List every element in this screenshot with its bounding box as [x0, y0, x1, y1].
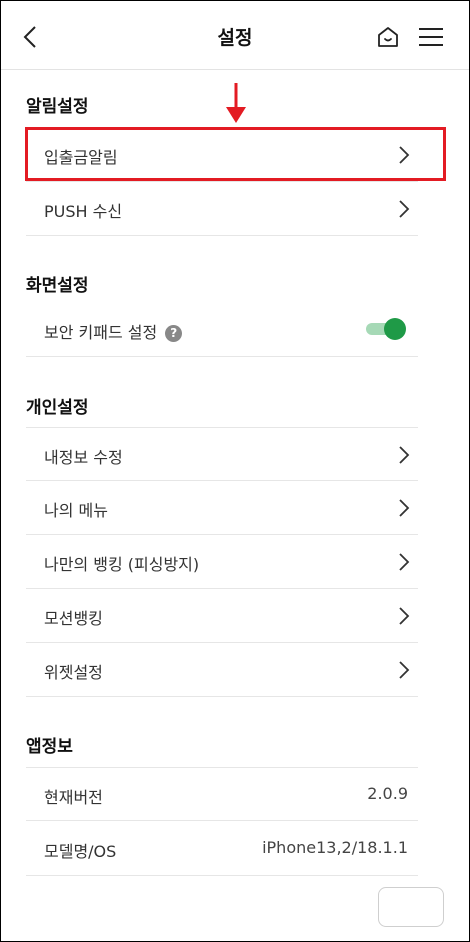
hamburger-menu-icon[interactable] — [418, 27, 444, 51]
row-label: 현재버전 — [44, 788, 103, 807]
help-icon[interactable]: ? — [165, 325, 183, 342]
model-os-value: iPhone13,2/18.1.1 — [262, 838, 408, 857]
toggle-knob — [384, 318, 406, 340]
chevron-right-icon — [398, 199, 410, 223]
chevron-right-icon — [398, 498, 410, 522]
annotation-arrow-icon — [225, 83, 247, 129]
display-item-secure-keypad: 보안 키패드 설정? — [26, 303, 418, 357]
row-label: 나만의 뱅킹 (피싱방지) — [44, 555, 200, 574]
section-title-display: 화면설정 — [26, 276, 89, 296]
row-label-wrap: 보안 키패드 설정? — [44, 319, 183, 343]
chevron-right-icon — [398, 660, 410, 684]
row-label: 위젯설정 — [44, 663, 103, 682]
notification-item-push[interactable]: PUSH 수신 — [26, 182, 418, 236]
home-icon[interactable] — [376, 25, 400, 53]
version-value: 2.0.9 — [367, 784, 408, 803]
section-title-personal: 개인설정 — [26, 398, 89, 418]
secure-keypad-toggle[interactable] — [366, 318, 406, 340]
top-bar: 설정 — [1, 1, 469, 70]
chevron-right-icon — [398, 445, 410, 469]
section-title-app-info: 앱정보 — [26, 737, 73, 757]
section-title-notifications: 알림설정 — [26, 97, 89, 117]
row-label: 보안 키패드 설정 — [44, 323, 158, 342]
annotation-highlight-box — [25, 127, 446, 181]
personal-item-motion-banking[interactable]: 모션뱅킹 — [26, 589, 418, 643]
row-label: 모션뱅킹 — [44, 609, 103, 628]
personal-item-my-menu[interactable]: 나의 메뉴 — [26, 481, 418, 535]
chevron-right-icon — [398, 606, 410, 630]
screen: 설정 알림설정 입출금알림 PUSH 수신 화면설정 보안 키패드 설정 ? 개… — [0, 0, 470, 942]
personal-item-edit-info[interactable]: 내정보 수정 — [26, 427, 418, 481]
personal-item-my-banking[interactable]: 나만의 뱅킹 (피싱방지) — [26, 535, 418, 589]
partially-visible-button[interactable] — [378, 887, 444, 927]
app-info-version: 현재버전 2.0.9 — [26, 767, 418, 821]
chevron-right-icon — [398, 552, 410, 576]
row-label: 모델명/OS — [44, 842, 117, 861]
personal-item-widget[interactable]: 위젯설정 — [26, 643, 418, 697]
app-info-model-os: 모델명/OS iPhone13,2/18.1.1 — [26, 822, 418, 876]
row-label: 내정보 수정 — [44, 448, 123, 467]
row-label: 나의 메뉴 — [44, 501, 108, 520]
row-label: PUSH 수신 — [44, 202, 123, 221]
